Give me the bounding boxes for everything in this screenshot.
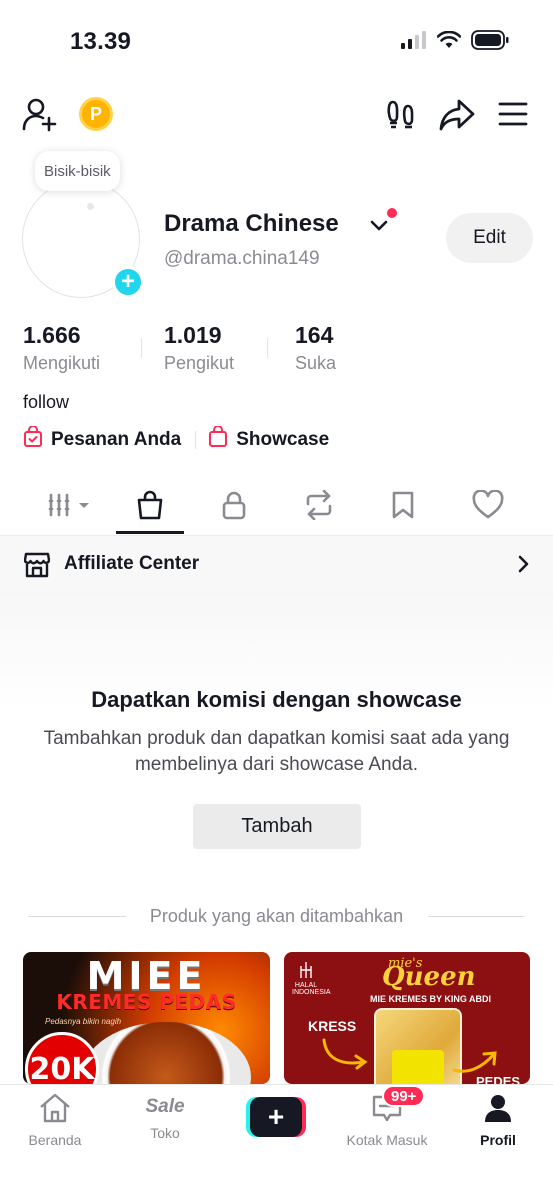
product-card[interactable]: MIEE KREMES PEDAS Pedasnya bikin nagih 2… — [23, 952, 270, 1084]
add-friend-icon[interactable] — [22, 96, 58, 132]
edit-profile-button[interactable]: Edit — [446, 213, 533, 263]
orders-link[interactable]: Pesanan Anda — [23, 425, 182, 454]
stat-divider — [141, 338, 142, 358]
coin-icon[interactable]: P — [79, 97, 113, 131]
nav-inbox-label: Kotak Masuk — [346, 1132, 428, 1148]
tab-videos[interactable] — [40, 488, 96, 526]
stat-followers-label: Pengikut — [164, 353, 235, 373]
nav-profile[interactable]: Profil — [443, 1093, 553, 1148]
shopping-bag-icon — [208, 425, 228, 454]
tab-reposts[interactable] — [292, 488, 346, 526]
signal-icon — [401, 31, 427, 54]
bio: follow — [23, 392, 70, 412]
top-bar: P — [0, 90, 553, 140]
stat-likes[interactable]: 164 Suka — [295, 322, 336, 374]
home-icon — [38, 1093, 72, 1128]
product-brand: Queen — [382, 962, 476, 992]
tab-favorites[interactable] — [377, 488, 429, 526]
tab-liked[interactable] — [460, 488, 516, 526]
wifi-icon — [436, 30, 462, 54]
note-bubble-tail — [87, 203, 94, 210]
link-divider — [195, 431, 197, 449]
product-tagline: Pedasnya bikin nagih — [45, 1017, 122, 1026]
grid-icon — [45, 491, 91, 524]
stat-following-label: Mengikuti — [23, 353, 101, 373]
noodle-plate-image — [81, 1022, 251, 1084]
nav-home-label: Beranda — [28, 1132, 82, 1148]
nav-home[interactable]: Beranda — [0, 1093, 110, 1148]
stat-following[interactable]: 1.666 Mengikuti — [23, 322, 100, 374]
lock-icon — [221, 490, 247, 525]
stat-divider — [267, 338, 268, 358]
nav-shop[interactable]: Sale Toko — [110, 1093, 220, 1141]
add-product-button[interactable]: Tambah — [193, 804, 361, 849]
shopping-bag-icon — [136, 490, 164, 525]
product-callout-left: KRESS — [308, 1018, 357, 1034]
affiliate-center-label: Affiliate Center — [64, 553, 200, 574]
order-bag-icon — [23, 425, 43, 454]
create-button[interactable]: + — [246, 1097, 306, 1137]
product-card[interactable]: HALAL INDONESIA mie's Queen MIE KREMES B… — [284, 952, 530, 1084]
halal-label: HALAL INDONESIA — [292, 982, 331, 996]
showcase-link[interactable]: Showcase — [208, 425, 330, 454]
stat-followers-value: 1.019 — [164, 322, 222, 348]
nav-profile-label: Profil — [480, 1132, 516, 1148]
footprint-icon[interactable] — [384, 98, 418, 132]
tab-private[interactable] — [208, 488, 260, 526]
share-icon[interactable] — [439, 98, 475, 132]
avatar[interactable]: + — [22, 180, 144, 300]
products-divider-label: Produk yang akan ditambahkan — [149, 906, 404, 926]
bottom-nav: Beranda Sale Toko + Kotak Masuk Profil — [0, 1084, 553, 1200]
inbox-count-badge: 99+ — [382, 1085, 426, 1107]
repost-icon — [303, 489, 335, 525]
package-label — [392, 1050, 444, 1084]
store-icon — [23, 550, 51, 583]
showcase-link-label: Showcase — [236, 429, 330, 450]
menu-icon[interactable] — [497, 100, 529, 128]
status-time: 13.39 — [70, 28, 132, 55]
add-avatar-icon[interactable]: + — [112, 266, 144, 298]
display-name: Drama Chinese — [164, 210, 339, 237]
heart-icon — [472, 488, 504, 525]
product-callout-right: PEDES — [476, 1074, 521, 1084]
sale-icon: Sale — [145, 1096, 185, 1117]
active-tab-indicator — [116, 531, 184, 534]
profile-icon — [483, 1093, 513, 1128]
stat-followers[interactable]: 1.019 Pengikut — [164, 322, 234, 374]
affiliate-center-row[interactable]: Affiliate Center — [0, 536, 553, 592]
status-bar: 13.39 — [0, 0, 553, 80]
plus-icon: + — [250, 1097, 302, 1137]
product-subline: KREMES PEDAS — [56, 990, 237, 1014]
showcase-description: Tambahkan produk dan dapatkan komisi saa… — [43, 728, 510, 775]
profile-tabs — [0, 478, 553, 536]
stat-likes-value: 164 — [295, 322, 334, 348]
product-byline: MIE KREMES BY KING ABDI — [370, 994, 492, 1004]
username: @drama.china149 — [164, 248, 320, 269]
chevron-down-icon[interactable] — [368, 214, 390, 241]
profile-links: Pesanan Anda Showcase — [23, 425, 330, 454]
tab-showcase[interactable] — [116, 488, 184, 526]
status-icons — [401, 30, 509, 55]
bookmark-icon — [391, 490, 415, 525]
arrow-curved-icon — [320, 1036, 370, 1075]
chevron-right-icon — [515, 554, 531, 579]
nav-shop-label: Toko — [150, 1125, 180, 1141]
note-bubble[interactable]: Bisik-bisik — [35, 151, 120, 191]
profile-stats: 1.666 Mengikuti 1.019 Pengikut 164 Suka — [23, 322, 543, 378]
price-badge: 20K — [25, 1032, 99, 1084]
stat-likes-label: Suka — [295, 353, 337, 373]
orders-link-label: Pesanan Anda — [51, 429, 182, 450]
battery-icon — [471, 30, 509, 55]
halal-logo: HALAL INDONESIA — [292, 960, 331, 996]
notification-dot — [387, 208, 397, 218]
stat-following-value: 1.666 — [23, 322, 81, 348]
showcase-title: Dapatkan komisi dengan showcase — [91, 687, 462, 712]
